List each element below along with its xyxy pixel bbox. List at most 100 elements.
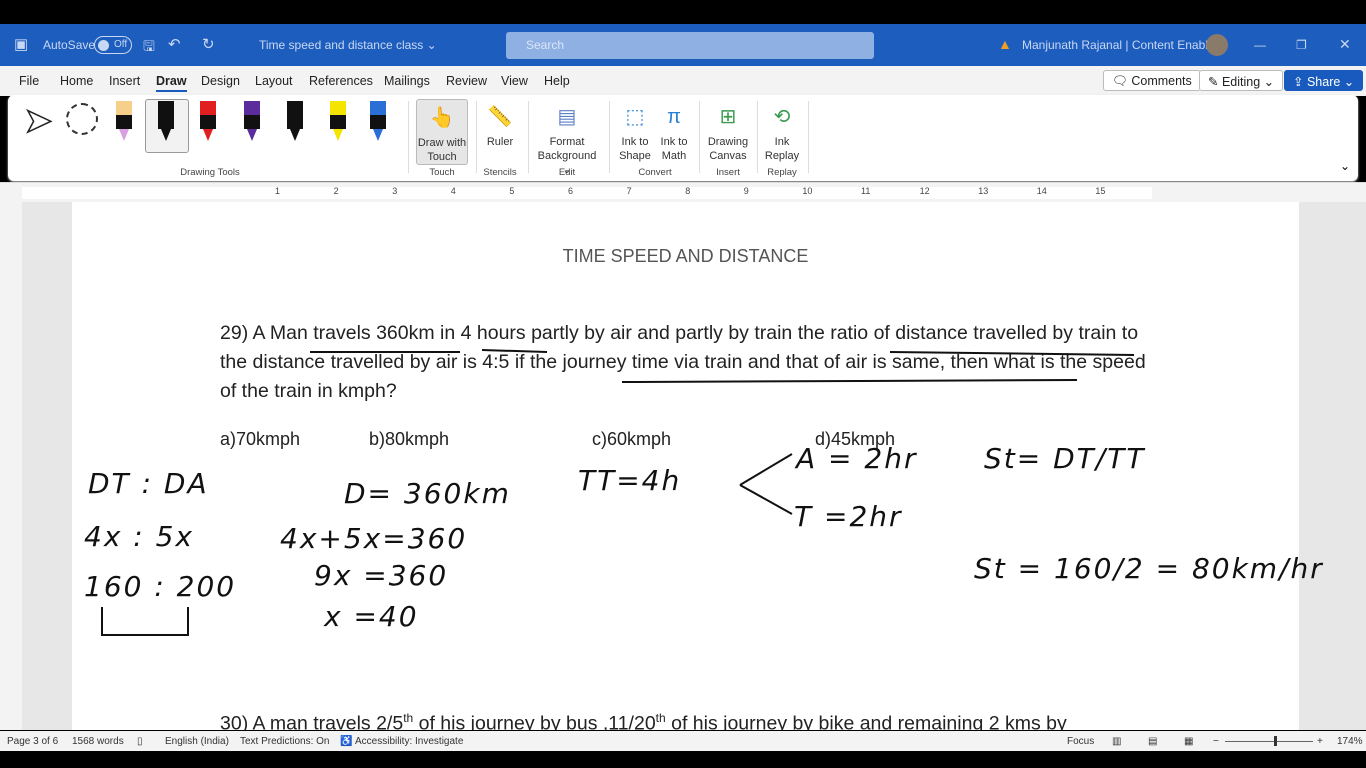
ruler-number: 12: [919, 186, 930, 196]
search-placeholder: Search: [526, 38, 565, 52]
status-bar: Page 3 of 6 1568 words ▯ English (India)…: [0, 731, 1366, 751]
selected-pen-frame: [145, 99, 189, 153]
ribbon: ➤ Drawing Tools 👆 Draw with Touch Touch 📏…: [8, 95, 1358, 181]
minimize-button[interactable]: —: [1254, 38, 1266, 52]
group-convert: Convert: [638, 167, 672, 178]
collapse-ribbon-icon[interactable]: ⌄: [1340, 159, 1350, 173]
focus-button[interactable]: Focus: [1067, 736, 1094, 747]
q30-text: of his journey by bike and remaining 2 k…: [665, 712, 1067, 731]
comments-button[interactable]: 🗨 Comments: [1103, 70, 1201, 91]
proofing-icon[interactable]: ▯: [137, 736, 143, 747]
group-stencils: Stencils: [483, 167, 517, 178]
lined-paper-icon: ▤: [557, 106, 577, 128]
undo-icon[interactable]: ↶: [168, 35, 181, 53]
redo-icon[interactable]: ↻: [202, 35, 215, 53]
replay-icon: ⟲: [773, 106, 791, 128]
word-count[interactable]: 1568 words: [72, 736, 124, 747]
tab-home[interactable]: Home: [60, 74, 93, 88]
tab-design[interactable]: Design: [201, 74, 240, 88]
warning-icon: ▲: [998, 36, 1012, 52]
tab-review[interactable]: Review: [446, 74, 487, 88]
group-insert: Insert: [716, 167, 740, 178]
autosave-label: AutoSave: [43, 38, 96, 52]
autosave-toggle[interactable]: Off: [94, 36, 132, 54]
q30-text: 30) A man travels 2/5: [220, 712, 404, 731]
horizontal-ruler[interactable]: 1 2 3 4 5 6 7 8 9 10 11 12 13 14 15: [0, 182, 1366, 202]
search-input[interactable]: Search: [506, 32, 874, 59]
ink-to-math-label: Ink to Math: [660, 136, 688, 162]
text-predictions[interactable]: Text Predictions: On: [240, 736, 329, 747]
page-count[interactable]: Page 3 of 6: [7, 736, 58, 747]
ink-to-shape-button[interactable]: ⬚ Ink to Shape: [615, 99, 655, 163]
ruler-number: 15: [1095, 186, 1106, 196]
zoom-out-button[interactable]: −: [1213, 736, 1219, 747]
format-background-button[interactable]: ▤ Format Background ⌄: [532, 99, 602, 177]
canvas-icon: ⊞: [719, 106, 737, 128]
drawing-canvas-label: Drawing Canvas: [707, 136, 749, 162]
save-icon[interactable]: 🖫: [143, 36, 155, 60]
editing-label: Editing ⌄: [1221, 75, 1275, 89]
ruler-number: 1: [275, 186, 281, 196]
tab-layout[interactable]: Layout: [255, 74, 293, 88]
ink-strokes: [101, 349, 1135, 636]
tab-file[interactable]: File: [19, 74, 39, 88]
pen-3-icon[interactable]: [200, 101, 216, 143]
read-mode-icon[interactable]: ▥: [1112, 736, 1121, 747]
share-button[interactable]: ⇪ Share ⌄: [1284, 70, 1364, 91]
pen-5-icon[interactable]: [287, 101, 303, 143]
ruler-number: 6: [568, 186, 574, 196]
document-page[interactable]: TIME SPEED AND DISTANCE 29) A Man travel…: [72, 202, 1322, 731]
zoom-slider-thumb[interactable]: [1274, 736, 1277, 746]
share-label: Share: [1306, 75, 1341, 89]
drawing-canvas-button[interactable]: ⊞ Drawing Canvas: [704, 99, 752, 163]
web-layout-icon[interactable]: ▦: [1184, 736, 1193, 747]
avatar[interactable]: [1206, 34, 1228, 56]
tab-view[interactable]: View: [501, 74, 528, 88]
select-arrow-icon[interactable]: ➤: [23, 101, 53, 141]
accessibility-icon: ♿: [340, 736, 353, 747]
ink-replay-button[interactable]: ⟲ Ink Replay: [761, 99, 803, 163]
user-name[interactable]: Manjunath Rajanal | Content Enablers: [1022, 38, 1225, 52]
ink-replay-label: Ink Replay: [764, 136, 800, 162]
q30-sup: th: [655, 711, 666, 725]
zoom-slider[interactable]: [1225, 741, 1313, 742]
tab-insert[interactable]: Insert: [109, 74, 140, 88]
pi-icon: π: [667, 106, 681, 128]
ruler-number: 2: [333, 186, 339, 196]
tab-help[interactable]: Help: [544, 74, 570, 88]
ruler-number: 3: [392, 186, 398, 196]
touch-icon: 👆: [429, 107, 455, 129]
print-layout-icon[interactable]: ▤: [1148, 736, 1157, 747]
group-touch: Touch: [429, 167, 455, 178]
ruler-number: 14: [1036, 186, 1047, 196]
language[interactable]: English (India): [165, 736, 229, 747]
vertical-ruler[interactable]: [0, 202, 22, 730]
ink-to-math-button[interactable]: π Ink to Math: [654, 99, 694, 163]
tab-references[interactable]: References: [309, 74, 373, 88]
word-icon: ▣: [14, 36, 29, 53]
pen-1-icon[interactable]: [116, 101, 132, 143]
pen-7-icon[interactable]: [370, 101, 386, 143]
ruler-number: 8: [685, 186, 691, 196]
q30-text: of his journey by bus ,11/20: [413, 712, 656, 731]
pen-4-icon[interactable]: [244, 101, 260, 143]
editing-button[interactable]: ✎ Editing ⌄: [1199, 70, 1284, 91]
accessibility[interactable]: Accessibility: Investigate: [355, 736, 463, 747]
ruler-button[interactable]: 📏 Ruler: [480, 99, 520, 149]
pen-6-icon[interactable]: [330, 101, 346, 143]
ink-to-shape-label: Ink to Shape: [619, 136, 651, 162]
zoom-level[interactable]: 174%: [1337, 736, 1363, 747]
restore-button[interactable]: ❐: [1296, 38, 1307, 52]
title-bar: ▣ AutoSave Off 🖫 ↶ ↻ Time speed and dist…: [0, 24, 1366, 66]
draw-with-touch-button[interactable]: 👆 Draw with Touch: [416, 99, 468, 165]
zoom-in-button[interactable]: +: [1317, 736, 1323, 747]
group-replay: Replay: [767, 167, 797, 178]
group-drawing-tools: Drawing Tools: [180, 167, 240, 178]
ruler-label: Ruler: [486, 136, 514, 148]
q30-sup: th: [403, 711, 414, 725]
tab-draw[interactable]: Draw: [156, 74, 187, 92]
close-button[interactable]: ✕: [1339, 36, 1351, 53]
tab-mailings[interactable]: Mailings: [384, 74, 430, 88]
document-title[interactable]: Time speed and distance class ⌄: [259, 38, 437, 52]
lasso-select-icon[interactable]: [66, 103, 98, 135]
